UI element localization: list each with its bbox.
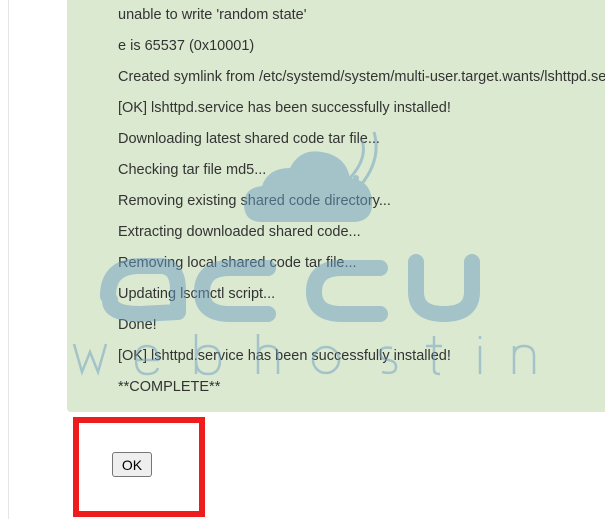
log-line: e is 65537 (0x10001) [118,38,255,54]
log-line: Removing local shared code tar file... [118,255,357,271]
log-line: Checking tar file md5... [118,162,267,178]
log-line: Updating lscmctl script... [118,286,276,302]
log-line: Created symlink from /etc/systemd/system… [118,69,605,85]
log-line: **COMPLETE** [118,379,221,395]
log-line: Removing existing shared code directory.… [118,193,391,209]
log-line: Downloading latest shared code tar file.… [118,131,380,147]
log-line: Done! [118,317,157,333]
ok-button[interactable]: OK [112,452,152,477]
log-line: [OK] lshttpd.service has been successful… [118,100,451,116]
log-line: [OK] lshttpd.service has been successful… [118,348,451,364]
log-line: unable to write 'random state' [118,7,307,23]
page-edge-rule [8,0,9,519]
log-line: Extracting downloaded shared code... [118,224,361,240]
install-output-console: unable to write 'random state' e is 6553… [67,0,605,412]
